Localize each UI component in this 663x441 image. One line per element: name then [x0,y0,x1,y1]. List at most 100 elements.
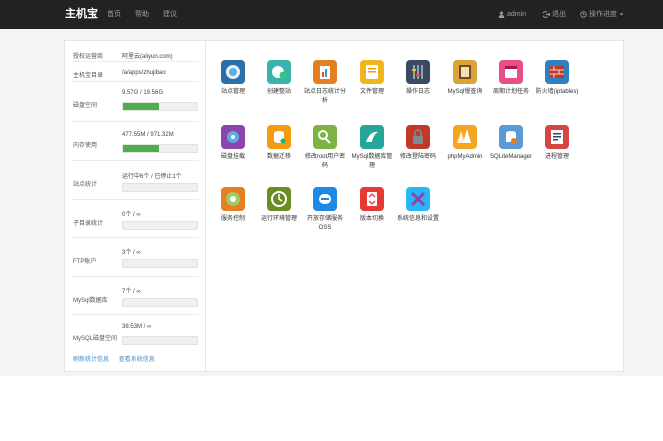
mysql-slow-icon [453,60,477,84]
stat-row-license-provider: 授权运营商 阿里云(aliyun.com) [71,45,199,62]
stat-row-mysql-disk-space: MySQL磁盘空间 38.53M / ∞ [71,316,199,353]
app-tile[interactable]: 修改登陆密码 [395,125,441,162]
app-tile[interactable]: 周期计划任务 [488,60,534,97]
page-body: 授权运营商 阿里云(aliyun.com) 主机宝目录/a/apps/zhujiba… [0,29,663,376]
app-tile[interactable]: SQLiteManager [488,125,534,162]
stat-value: 阿里云(aliyun.com) [122,54,173,60]
clock-icon [580,11,587,18]
stat-row-disk-space: 磁盘空间 9.57G / 19.56G [71,83,199,122]
app-label: 站点管理 [220,89,245,95]
app-tile[interactable]: 防火墙(iptables) [534,60,580,97]
advanced-dropdown[interactable]: 操作进度 [580,0,624,29]
stat-label: MySql数据库 [73,298,108,304]
app-label: 修改root用户密码 [304,154,346,169]
root-password-icon [313,125,337,149]
runtime-env-icon [267,187,291,211]
stat-value: 运行中6个 / 已停止1个 [122,174,182,180]
app-tile[interactable]: 运行环境管理 [256,187,302,224]
app-label: 服务控制 [220,216,245,222]
stat-label: 授权运营商 [73,54,104,60]
stat-row-subdir-stats: 子目录统计 0个 / ∞ [71,201,199,238]
logout-button[interactable]: 退出 [543,0,566,29]
stat-label: FTP账户 [73,259,97,265]
login-password-icon [406,125,430,149]
app-label: 修改登陆密码 [399,154,436,160]
app-tile[interactable]: 服务控制 [210,187,256,224]
site-manage-icon [221,60,245,84]
app-tile[interactable]: 操作日志 [395,60,441,97]
app-tile[interactable]: 系统信息和设置 [395,187,441,224]
user-menu[interactable]: admin [498,0,526,29]
app-tile[interactable]: 数据迁移 [256,125,302,162]
stat-value: 7个 / ∞ [122,289,141,295]
app-tile[interactable]: 创建整站 [256,60,302,97]
app-label: SQLiteManager [489,154,533,160]
app-label: phpMyAdmin [447,154,483,160]
stat-row-memory-usage: 内存使用 477.55M / 971.32M [71,123,199,161]
stat-label: MySQL磁盘空间 [73,336,118,342]
app-label: 周期计划任务 [492,89,529,95]
sqlite-manager-icon [499,125,523,149]
stat-label: 主机宝目录 [73,73,104,79]
nav-home-link[interactable]: 首页 [107,0,121,29]
brand-logo[interactable]: 主机宝 [65,0,98,29]
mysql-manage-icon [360,125,384,149]
usage-progress-bar [122,102,198,111]
site-log-icon [313,60,337,84]
data-migrate-icon [267,125,291,149]
app-tile[interactable]: 磁盘挂载 [210,125,256,162]
version-switch-icon [360,187,384,211]
app-label: 文件管理 [359,89,384,95]
app-label: 站点日志统计分析 [303,89,346,104]
process-manage-icon [545,125,569,149]
app-tile[interactable]: 站点日志统计分析 [302,60,348,106]
view-system-info-link[interactable]: 查看系统信息 [119,357,155,363]
username: admin [507,11,527,18]
disk-mount-icon [221,125,245,149]
refresh-stats-link[interactable]: 刷新统计信息 [73,357,109,363]
stat-value: 0个 / ∞ [122,212,141,218]
firewall-icon [545,60,569,84]
app-tile[interactable]: 文件管理 [349,60,395,97]
app-label: 数据迁移 [266,154,291,160]
top-navbar: 主机宝 首页 帮助 建议 admin 退出 操作进度 [0,0,663,29]
oss-icon [313,187,337,211]
app-tile[interactable]: 开放存储服务OSS [302,187,348,233]
app-label: 进程管理 [544,154,569,160]
app-tile[interactable]: 版本切换 [349,187,395,224]
file-manager-icon [360,60,384,84]
app-tile[interactable]: MySql慢查询 [442,60,488,97]
cron-task-icon [499,60,523,84]
app-label: 创建整站 [266,89,291,95]
app-label: 开放存储服务OSS [306,216,343,231]
service-control-icon [221,187,245,211]
app-label: 防火墙(iptables) [535,89,579,95]
nav-suggest-link[interactable]: 建议 [163,0,177,29]
panel-divider [205,41,206,371]
usage-progress-bar [122,183,198,192]
app-label: 磁盘挂载 [220,154,245,160]
app-tile[interactable]: 站点管理 [210,60,256,97]
usage-progress-bar [122,298,198,307]
stat-label: 站点统计 [73,182,98,188]
advanced-label: 操作进度 [589,11,617,18]
app-label: 运行环境管理 [260,216,297,222]
main-panel: 授权运营商 阿里云(aliyun.com) 主机宝目录/a/apps/zhujiba… [64,40,624,372]
stat-value: 9.57G / 19.56G [122,90,164,96]
user-icon [498,11,505,18]
app-tile[interactable]: 进程管理 [534,125,580,162]
app-label: 操作日志 [405,89,430,95]
stat-value: /a/apps/zhujibao [122,70,166,76]
app-label: 版本切换 [359,216,384,222]
usage-progress-bar [122,144,198,153]
app-tile[interactable]: 修改root用户密码 [302,125,348,171]
nav-help-link[interactable]: 帮助 [135,0,149,29]
stat-value: 3个 / ∞ [122,250,141,256]
app-tile[interactable]: MySql数据库管理 [349,125,395,171]
stat-value: 477.55M / 971.32M [122,132,174,138]
stat-value: 38.53M / ∞ [122,324,152,330]
create-site-icon [267,60,291,84]
usage-progress-bar [122,259,198,268]
system-settings-icon [406,187,430,211]
app-tile[interactable]: phpMyAdmin [442,125,488,162]
